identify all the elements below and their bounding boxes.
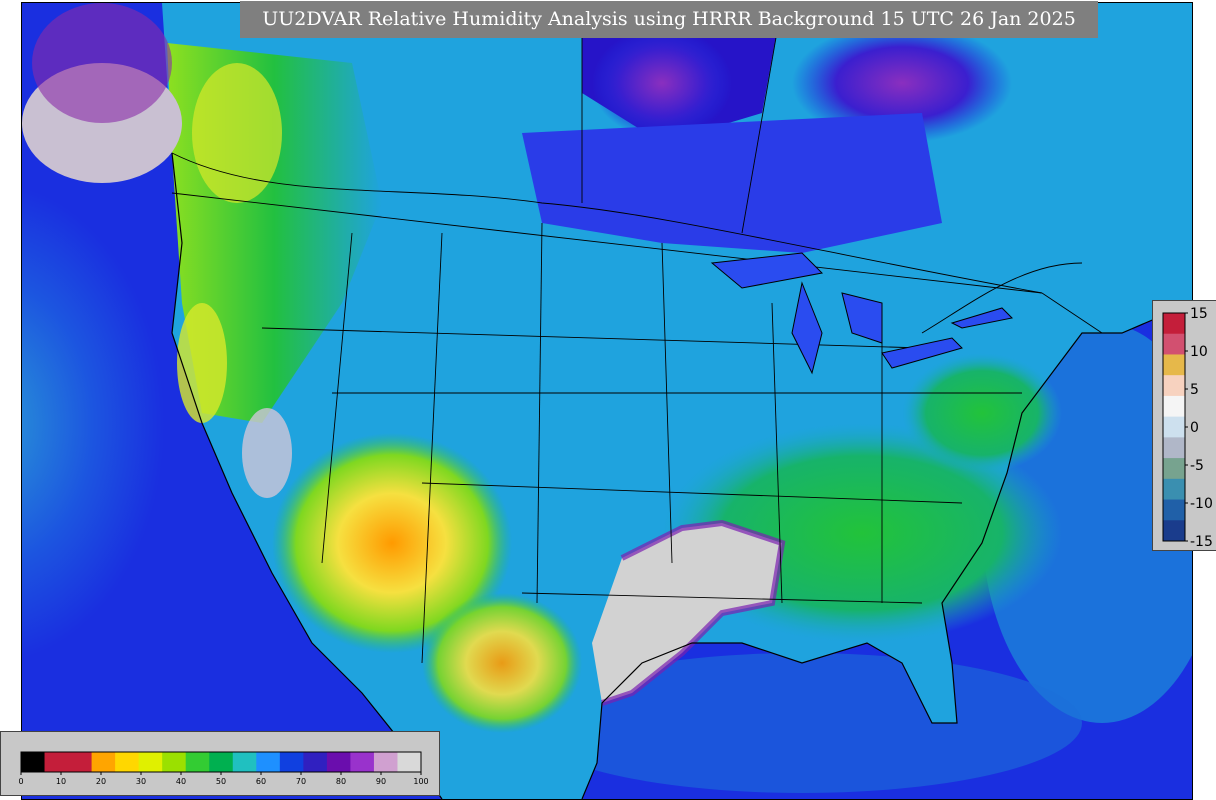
rh-color-segment [138,752,163,772]
rh-color-segment [232,752,257,772]
rh-tick-label: 50 [216,777,226,786]
humidity-map [22,3,1192,799]
increment-colorbar: 15 10 5 0 -5 -10 -15 [1152,300,1216,551]
increment-color-segment [1163,313,1185,335]
rh-color-segment [350,752,375,772]
ca-coast-yellow [177,303,227,423]
rh-tick-label: 80 [336,777,346,786]
rh-color-segment [91,752,116,772]
rh-color-segment [21,752,46,772]
rh-tick-label: 90 [376,777,386,786]
increment-color-segment [1163,375,1185,397]
rh-color-segment [279,752,304,772]
increment-color-segment [1163,458,1185,480]
rh-tick-label: 60 [256,777,266,786]
rh-tick-label: 0 [18,777,23,786]
canada-purple-blob [592,28,732,138]
increment-tick-label: 15 [1190,306,1208,322]
increment-tick-label: 5 [1190,382,1199,398]
alaska-purple [32,3,172,123]
increment-tick-label: 0 [1190,420,1199,436]
increment-color-segment [1163,354,1185,376]
increment-color-segment [1163,478,1185,501]
rh-color-segment [209,752,234,772]
rh-tick-label: 40 [176,777,186,786]
increment-color-segment [1163,395,1185,418]
increment-tick-label: -15 [1190,534,1213,550]
map-title: UU2DVAR Relative Humidity Analysis using… [240,1,1098,38]
increment-color-segment [1163,416,1185,438]
rh-tick-label: 20 [96,777,106,786]
increment-tick-label: 10 [1190,344,1208,360]
rh-tick-label: 10 [56,777,66,786]
increment-color-segment [1163,437,1185,459]
rh-colorbar-graphic: 0 10 20 30 40 50 60 70 80 90 100 [18,751,429,786]
rh-colorbar: 0 10 20 30 40 50 60 70 80 90 100 [0,731,440,796]
rh-color-segment [115,752,140,772]
increment-color-segment [1163,499,1185,521]
rh-tick-label: 100 [413,777,428,786]
increment-color-segment [1163,520,1185,542]
rh-color-segment [397,752,422,772]
map-panel[interactable] [21,2,1193,800]
rh-color-segment [256,752,281,772]
rh-tick-label: 30 [136,777,146,786]
rh-color-segment [373,752,398,772]
mexico-dry-core [422,593,582,733]
increment-tick-label: -10 [1190,496,1213,512]
rh-color-segment [44,752,69,772]
nevada-gray [242,408,292,498]
rh-color-segment [162,752,187,772]
rh-tick-label: 70 [296,777,306,786]
increment-color-segment [1163,333,1185,355]
rh-color-segment [326,752,351,772]
rh-color-segment [303,752,328,772]
rh-color-segment [185,752,210,772]
increment-tick-label: -5 [1190,458,1204,474]
ohio-valley-green [902,353,1062,473]
rh-color-segment [68,752,93,772]
increment-colorbar-graphic: 15 10 5 0 -5 -10 -15 [1162,306,1213,550]
